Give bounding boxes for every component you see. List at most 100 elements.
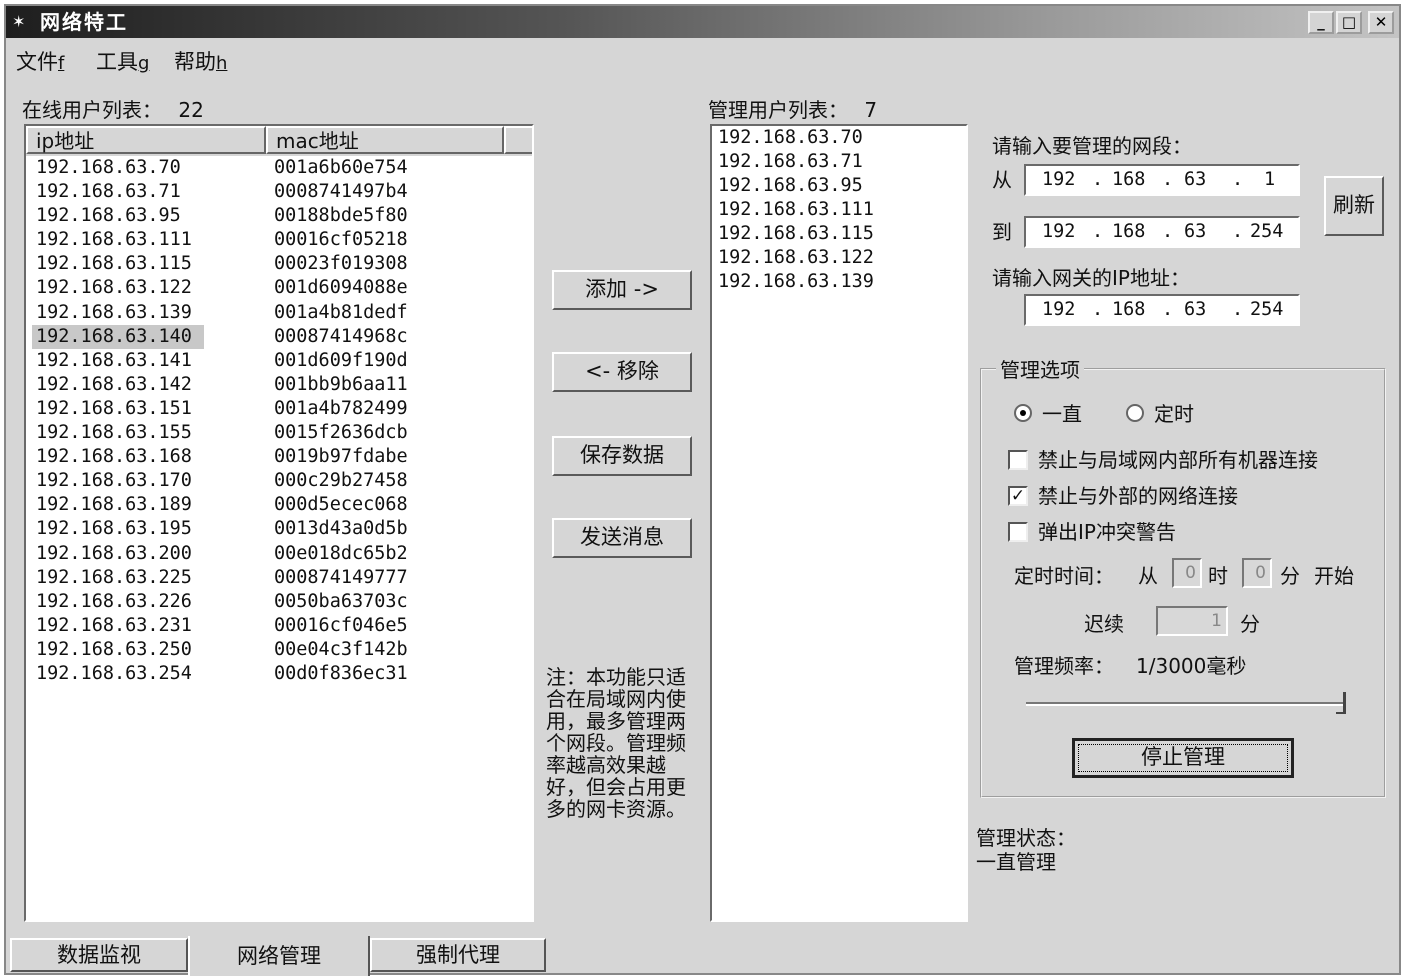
table-row[interactable]: 192.168.63.71 0008741497b4 [26, 180, 532, 204]
menu-tools[interactable]: 工具g [96, 46, 149, 76]
mac-cell: 00188bde5f80 [274, 205, 408, 227]
ip-conflict-label: 弹出IP冲突警告 [1038, 520, 1176, 544]
timed-radio[interactable] [1126, 404, 1144, 422]
minimize-button[interactable]: _ [1308, 11, 1334, 34]
mac-cell: 00016cf046e5 [274, 614, 408, 636]
remove-button[interactable]: <- 移除 [552, 352, 692, 392]
gateway-ip-field[interactable]: 192 . 168 . 63 . 254 [1024, 294, 1300, 326]
table-row[interactable]: 192.168.63.231 00016cf046e5 [26, 614, 532, 638]
mac-cell: 0019b97fdabe [274, 446, 408, 468]
online-list-label: 在线用户列表： 22 [22, 98, 204, 122]
refresh-button[interactable]: 刷新 [1324, 176, 1384, 236]
list-item[interactable]: 192.168.63.139 [712, 270, 966, 294]
table-row[interactable]: 192.168.63.115 00023f019308 [26, 252, 532, 276]
table-row[interactable]: 192.168.63.226 0050ba63703c [26, 590, 532, 614]
column-ip[interactable]: ip地址 [26, 126, 266, 154]
table-row[interactable]: 192.168.63.189 000d5ecec068 [26, 493, 532, 517]
duration-unit: 分 [1240, 612, 1260, 636]
hour-unit: 时 [1208, 564, 1228, 588]
table-row[interactable]: 192.168.63.111 00016cf05218 [26, 228, 532, 252]
ip-cell: 192.168.63.231 [36, 614, 192, 636]
menu-file[interactable]: 文件f [16, 46, 64, 76]
list-item[interactable]: 192.168.63.71 [712, 150, 966, 174]
list-item[interactable]: 192.168.63.70 [712, 126, 966, 150]
block-external-checkbox[interactable]: ✓ [1008, 486, 1028, 506]
list-item[interactable]: 192.168.63.115 [712, 222, 966, 246]
managed-user-list[interactable]: 192.168.63.70 192.168.63.71 192.168.63.95 1… [710, 124, 968, 922]
table-row[interactable]: 192.168.63.250 00e04c3f142b [26, 638, 532, 662]
table-row[interactable]: 192.168.63.168 0019b97fdabe [26, 445, 532, 469]
column-empty [504, 126, 532, 154]
frequency-slider-track[interactable] [1026, 702, 1346, 706]
range-to-ip-field[interactable]: 192 . 168 . 63 . 254 [1024, 216, 1300, 248]
table-row[interactable]: 192.168.63.95 00188bde5f80 [26, 204, 532, 228]
duration-field[interactable]: 1 [1156, 606, 1228, 636]
send-message-button[interactable]: 发送消息 [552, 518, 692, 558]
tab-network-management[interactable]: 网络管理 [188, 936, 370, 976]
focus-rectangle [1078, 744, 1288, 772]
ip-octet: 192 [1042, 169, 1076, 190]
table-row[interactable]: 192.168.63.142 001bb9b6aa11 [26, 373, 532, 397]
note-text: 注：本功能只适合在局域网内使用，最多管理两个网段。管理频率越高效果越好，但会占用… [546, 665, 686, 821]
options-group: 管理选项 一直 定时 禁止与局域网内部所有机器连接 ✓ 禁止与外部的网络连接 弹… [980, 354, 1386, 798]
list-item[interactable]: 192.168.63.122 [712, 246, 966, 270]
maximize-button[interactable]: □ [1336, 11, 1362, 34]
ip-conflict-checkbox[interactable] [1008, 522, 1028, 542]
table-row[interactable]: 192.168.63.195 0013d43a0d5b [26, 517, 532, 541]
ip-octet: 63 [1184, 299, 1207, 320]
table-row[interactable]: 192.168.63.151 001a4b782499 [26, 397, 532, 421]
block-external-label: 禁止与外部的网络连接 [1038, 484, 1238, 508]
ip-cell: 192.168.63.254 [36, 662, 192, 684]
save-data-button[interactable]: 保存数据 [552, 436, 692, 476]
mac-cell: 000d5ecec068 [274, 494, 408, 516]
ip-cell: 192.168.63.111 [36, 229, 192, 251]
always-radio-label: 一直 [1042, 402, 1082, 426]
column-mac[interactable]: mac地址 [266, 126, 504, 154]
ip-cell: 192.168.63.170 [36, 470, 192, 492]
list-item[interactable]: 192.168.63.95 [712, 174, 966, 198]
hour-field[interactable]: 0 [1172, 558, 1202, 588]
ip-cell: 192.168.63.226 [36, 590, 192, 612]
range-from-ip-field[interactable]: 192 . 168 . 63 . 1 [1024, 164, 1300, 196]
ip-cell: 192.168.63.155 [36, 422, 192, 444]
minute-field[interactable]: 0 [1242, 558, 1272, 588]
block-lan-checkbox[interactable] [1008, 450, 1028, 470]
table-row[interactable]: 192.168.63.141 001d609f190d [26, 349, 532, 373]
add-button[interactable]: 添加 -> [552, 270, 692, 310]
table-row[interactable]: 192.168.63.200 00e018dc65b2 [26, 542, 532, 566]
table-row[interactable]: 192.168.63.254 00d0f836ec31 [26, 662, 532, 686]
table-row[interactable]: 192.168.63.170 000c29b27458 [26, 469, 532, 493]
ip-octet: 63 [1184, 221, 1207, 242]
table-row[interactable]: 192.168.63.140 00087414968c [26, 324, 532, 349]
ip-cell: 192.168.63.189 [36, 494, 192, 516]
mac-cell: 001a6b60e754 [274, 157, 408, 178]
tab-forced-proxy[interactable]: 强制代理 [370, 938, 546, 972]
table-row[interactable]: 192.168.63.139 001a4b81dedf [26, 301, 532, 325]
online-user-list[interactable]: ip地址 mac地址 192.168.63.70 001a6b60e754 192.… [24, 124, 534, 922]
mac-cell: 000874149777 [274, 566, 408, 588]
minute-unit: 分 [1280, 564, 1300, 588]
mac-cell: 00087414968c [274, 325, 408, 347]
title-bar[interactable]: ✶ 网络特工 _ □ ✕ [6, 6, 1399, 38]
range-prompt: 请输入要管理的网段： [992, 134, 1192, 158]
table-row[interactable]: 192.168.63.70 001a6b60e754 [26, 156, 532, 180]
mac-cell: 0008741497b4 [274, 181, 408, 203]
ip-octet: 1 [1264, 169, 1276, 190]
ip-cell: 192.168.63.225 [36, 566, 192, 588]
mac-cell: 001a4b782499 [274, 397, 408, 419]
ip-cell: 192.168.63.141 [36, 349, 192, 371]
table-row[interactable]: 192.168.63.155 0015f2636dcb [26, 421, 532, 445]
list-item[interactable]: 192.168.63.111 [712, 198, 966, 222]
close-button[interactable]: ✕ [1368, 11, 1394, 34]
table-row[interactable]: 192.168.63.122 001d6094088e [26, 276, 532, 300]
timer-label: 定时时间： [1014, 564, 1114, 588]
frequency-slider-thumb[interactable] [1336, 692, 1346, 714]
options-group-title: 管理选项 [996, 354, 1084, 383]
tab-data-monitor[interactable]: 数据监视 [10, 938, 188, 972]
menu-help[interactable]: 帮助h [174, 46, 227, 76]
table-row[interactable]: 192.168.63.225 000874149777 [26, 566, 532, 590]
stop-management-button[interactable]: 停止管理 [1072, 738, 1294, 778]
always-radio[interactable] [1014, 404, 1032, 422]
status-value: 一直管理 [976, 850, 1056, 874]
ip-cell: 192.168.63.151 [36, 397, 192, 419]
